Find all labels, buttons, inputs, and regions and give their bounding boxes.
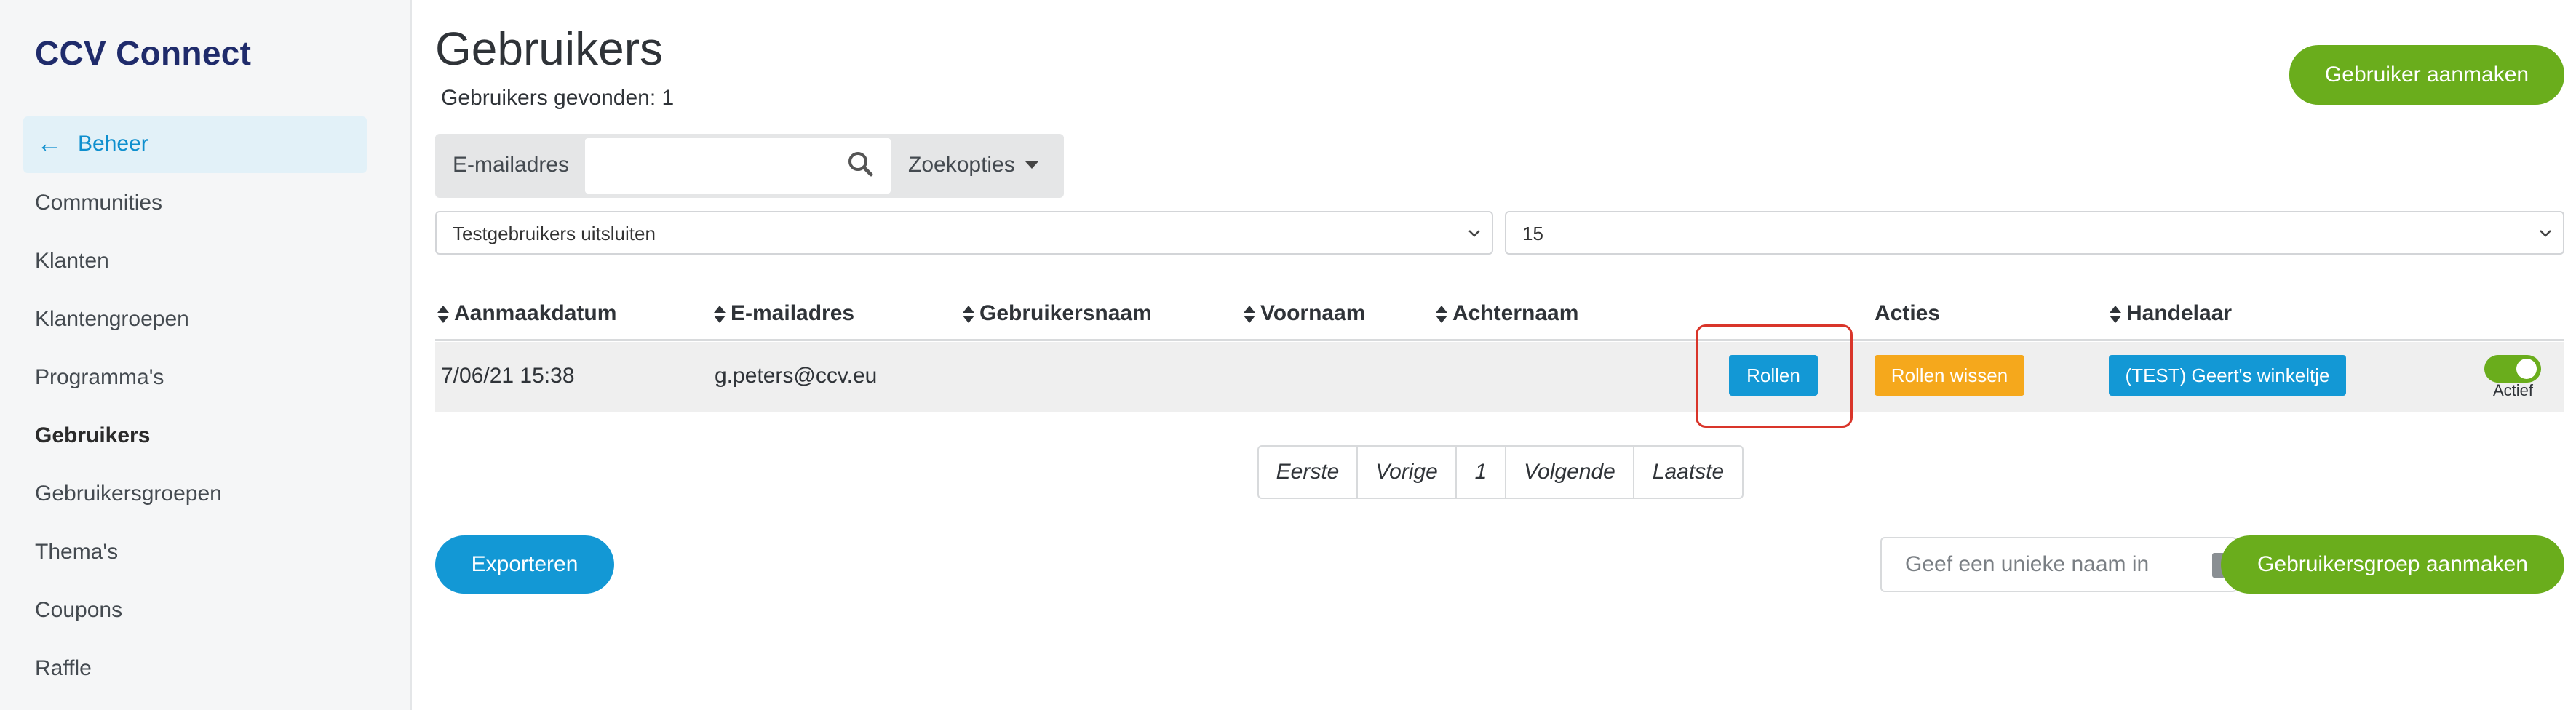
toggle-knob [2516,359,2537,379]
status-label: Actief [2493,381,2534,399]
sidebar-item-gebruikers[interactable]: Gebruikers [35,423,150,448]
page-size-value: 15 [1522,223,1543,244]
test-users-filter-select[interactable]: Testgebruikers uitsluiten [435,211,1493,255]
sidebar-item-communities[interactable]: Communities [35,191,162,215]
page-size-select[interactable]: 15 [1505,211,2564,255]
group-name-field[interactable] [1880,537,2237,592]
sort-icon [714,306,726,324]
group-name-input[interactable] [1882,538,2235,591]
column-header-handelaar[interactable]: Handelaar [2109,301,2232,326]
sidebar-item-themas[interactable]: Thema's [35,540,118,565]
column-header-gebruikersnaam[interactable]: Gebruikersnaam [962,301,1152,326]
chevron-down-icon [1468,230,1480,237]
page-title: Gebruikers [435,23,663,75]
column-header-label: Achternaam [1452,301,1579,325]
test-users-filter-value: Testgebruikers uitsluiten [453,223,656,244]
column-header-label: Handelaar [2126,301,2233,325]
cell-created: 7/06/21 15:38 [441,364,575,388]
create-user-button[interactable]: Gebruiker aanmaken [2289,45,2564,105]
clear-roles-button[interactable]: Rollen wissen [1875,355,2024,396]
search-options-label: Zoekopties [908,153,1015,177]
column-header-aanmaakdatum[interactable]: Aanmaakdatum [437,301,616,326]
sidebar-item-programmas[interactable]: Programma's [35,365,164,390]
sort-icon [963,306,974,324]
column-header-acties: Acties [1875,301,1941,325]
page-next[interactable]: Volgende [1506,447,1634,498]
column-header-emailadres[interactable]: E-mailadres [713,301,854,326]
sidebar-back-beheer[interactable]: ← Beheer [23,116,367,173]
sidebar-item-klantengroepen[interactable]: Klantengroepen [35,307,189,332]
pagination: Eerste Vorige 1 Volgende Laatste [1257,445,1744,499]
caret-down-icon [1025,161,1039,169]
chevron-down-icon [2540,230,2551,237]
results-count: Gebruikers gevonden: 1 [441,86,675,110]
sidebar-item-klanten[interactable]: Klanten [35,249,109,274]
sort-icon [437,306,449,324]
sidebar-item-coupons[interactable]: Coupons [35,598,122,623]
column-header-label: Gebruikersnaam [979,301,1152,325]
page-last[interactable]: Laatste [1634,447,1742,498]
search-field-label: E-mailadres [453,153,570,177]
sort-icon [2110,306,2121,324]
sidebar-back-label: Beheer [78,132,148,156]
cell-email: g.peters@ccv.eu [715,364,878,388]
page-first[interactable]: Eerste [1259,447,1358,498]
search-input[interactable] [585,138,891,194]
sidebar: CCV Connect ← Beheer Communities Klanten… [0,0,412,710]
column-header-voornaam[interactable]: Voornaam [1243,301,1365,326]
highlight-annotation [1696,324,1853,428]
search-icon[interactable] [846,150,875,179]
column-header-label: E-mailadres [731,301,855,325]
sort-icon [1244,306,1255,324]
sort-icon [1436,306,1447,324]
arrow-left-icon: ← [36,128,63,158]
search-options-dropdown[interactable]: Zoekopties [908,153,1039,178]
search-bar: E-mailadres Zoekopties [435,134,1064,198]
table-header-divider [435,339,2564,341]
column-header-label: Aanmaakdatum [454,301,617,325]
status-toggle[interactable] [2484,355,2541,383]
column-header-label: Voornaam [1260,301,1366,325]
export-button[interactable]: Exporteren [435,535,614,594]
sidebar-item-raffle[interactable]: Raffle [35,656,92,681]
page-current[interactable]: 1 [1457,447,1506,498]
column-header-achternaam[interactable]: Achternaam [1435,301,1578,326]
brand-logo-text[interactable]: CCV Connect [35,33,251,73]
merchant-button[interactable]: (TEST) Geert's winkeltje [2109,355,2346,396]
sidebar-item-gebruikersgroepen[interactable]: Gebruikersgroepen [35,482,222,506]
create-user-group-button[interactable]: Gebruikersgroep aanmaken [2221,535,2564,594]
page-previous[interactable]: Vorige [1358,447,1457,498]
